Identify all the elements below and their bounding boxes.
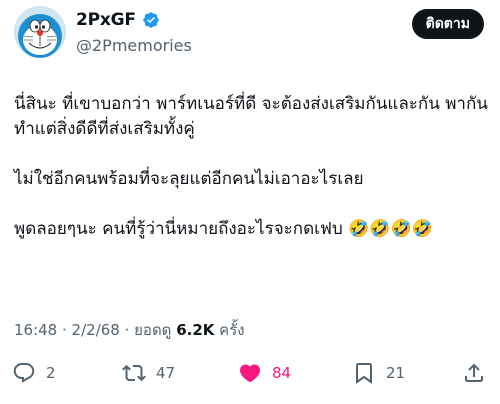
tweet-paragraph: นี่สินะ ที่เขาบอกว่า พาร์ทเนอร์ที่ดี จะต… — [14, 94, 488, 139]
share-icon — [465, 363, 483, 382]
reply-icon — [13, 363, 35, 383]
avatar[interactable] — [14, 6, 66, 58]
verified-badge-icon — [143, 12, 159, 28]
follow-button[interactable]: ติดตาม — [411, 9, 484, 39]
tweet-text: นี่สินะ ที่เขาบอกว่า พาร์ทเนอร์ที่ดี จะต… — [14, 92, 488, 242]
tweet-paragraph: ไม่ใช่อีกคนพร้อมที่จะลุยแต่อีกคนไม่เอาอะ… — [14, 169, 364, 189]
retweet-button[interactable]: 47 — [122, 360, 175, 386]
tweet-date[interactable]: 2/2/68 — [72, 321, 120, 339]
reply-button[interactable]: 2 — [12, 360, 56, 386]
author-name[interactable]: 2PxGF — [76, 10, 160, 30]
tweet-time[interactable]: 16:48 — [14, 321, 57, 339]
like-button[interactable]: 84 — [238, 360, 291, 386]
share-button[interactable] — [462, 360, 486, 386]
views-count: 6.2K — [176, 321, 215, 339]
bookmark-icon — [356, 363, 372, 384]
meta-separator: · — [57, 321, 72, 339]
retweet-icon — [122, 364, 146, 382]
tweet-paragraph: พูดลอยๆนะ คนที่รู้ว่านี่หมายถึงอะไรจะกดเ… — [14, 219, 433, 239]
bookmark-button[interactable]: 21 — [352, 360, 405, 386]
like-count: 84 — [272, 364, 292, 382]
retweet-count: 47 — [156, 364, 176, 382]
reply-count: 2 — [46, 364, 56, 382]
bookmark-count: 21 — [386, 364, 406, 382]
author-name-text: 2PxGF — [76, 10, 136, 30]
author-handle[interactable]: @2Pmemories — [76, 36, 192, 55]
action-bar: 2 47 84 21 — [0, 360, 500, 386]
views-prefix: ยอดดู — [134, 321, 177, 339]
meta-separator: · — [119, 321, 135, 339]
heart-filled-icon — [239, 364, 261, 383]
tweet-meta: 16:48 · 2/2/68 · ยอดดู 6.2K ครั้ง — [14, 318, 245, 342]
doraemon-avatar-icon — [14, 6, 66, 58]
views-suffix: ครั้ง — [214, 321, 245, 339]
